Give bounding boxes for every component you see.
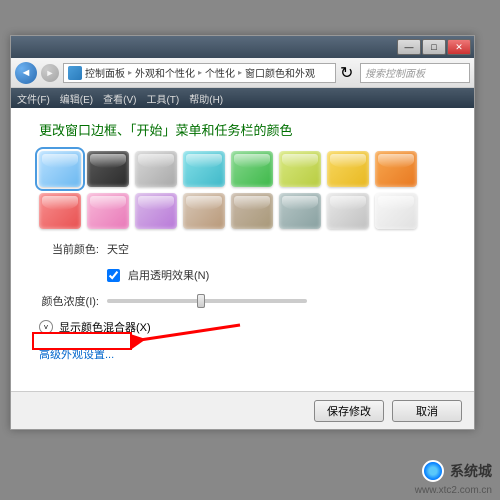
color-swatch-13[interactable] — [279, 193, 321, 229]
address-bar[interactable]: 控制面板 ▸ 外观和个性化 ▸ 个性化 ▸ 窗口颜色和外观 — [63, 63, 336, 83]
menu-tools[interactable]: 工具(T) — [146, 91, 179, 106]
intensity-label: 颜色浓度(I): — [39, 293, 99, 309]
search-input[interactable]: 搜索控制面板 — [360, 63, 470, 83]
color-swatch-4[interactable] — [231, 151, 273, 187]
title-bar: — □ ✕ — [11, 36, 474, 58]
save-button[interactable]: 保存修改 — [314, 400, 384, 422]
nav-bar: ◄ ► 控制面板 ▸ 外观和个性化 ▸ 个性化 ▸ 窗口颜色和外观 ↻ 搜索控制… — [11, 58, 474, 88]
maximize-button[interactable]: □ — [422, 39, 446, 55]
color-swatch-9[interactable] — [87, 193, 129, 229]
chevron-right-icon: ▸ — [198, 68, 202, 77]
cancel-button[interactable]: 取消 — [392, 400, 462, 422]
nav-back-button[interactable]: ◄ — [15, 62, 37, 84]
page-title: 更改窗口边框、「开始」菜单和任务栏的颜色 — [39, 120, 446, 139]
color-swatch-5[interactable] — [279, 151, 321, 187]
transparency-checkbox[interactable] — [107, 269, 120, 282]
color-swatch-0[interactable] — [39, 151, 81, 187]
color-swatch-12[interactable] — [231, 193, 273, 229]
dialog-footer: 保存修改 取消 — [11, 391, 474, 429]
crumb-1[interactable]: 外观和个性化 — [135, 65, 195, 80]
color-swatch-3[interactable] — [183, 151, 225, 187]
watermark-text: 系统城 — [450, 461, 492, 481]
mixer-label: 显示颜色混合器(X) — [59, 319, 151, 335]
color-swatch-11[interactable] — [183, 193, 225, 229]
color-swatch-10[interactable] — [135, 193, 177, 229]
color-swatch-7[interactable] — [375, 151, 417, 187]
current-color-label: 当前颜色: — [39, 241, 99, 257]
color-mixer-toggle[interactable]: ˅ 显示颜色混合器(X) — [39, 319, 446, 335]
close-button[interactable]: ✕ — [447, 39, 471, 55]
color-swatch-8[interactable] — [39, 193, 81, 229]
slider-thumb[interactable] — [197, 294, 205, 308]
watermark-icon — [422, 460, 444, 482]
menu-edit[interactable]: 编辑(E) — [60, 91, 93, 106]
refresh-icon[interactable]: ↻ — [340, 63, 356, 83]
color-swatch-14[interactable] — [327, 193, 369, 229]
content-area: 更改窗口边框、「开始」菜单和任务栏的颜色 当前颜色: 天空 启用透明效果(N) … — [11, 108, 474, 391]
chevron-down-icon: ˅ — [39, 320, 53, 334]
menu-file[interactable]: 文件(F) — [17, 91, 50, 106]
crumb-2[interactable]: 个性化 — [205, 65, 235, 80]
minimize-button[interactable]: — — [397, 39, 421, 55]
intensity-slider[interactable] — [107, 299, 307, 303]
window-frame: — □ ✕ ◄ ► 控制面板 ▸ 外观和个性化 ▸ 个性化 ▸ 窗口颜色和外观 … — [10, 35, 475, 430]
color-swatch-1[interactable] — [87, 151, 129, 187]
transparency-label: 启用透明效果(N) — [128, 267, 209, 283]
color-swatch-grid — [39, 151, 446, 229]
color-swatch-6[interactable] — [327, 151, 369, 187]
watermark-url: www.xtc2.com.cn — [415, 485, 492, 496]
nav-forward-button: ► — [41, 64, 59, 82]
chevron-right-icon: ▸ — [238, 68, 242, 77]
advanced-appearance-link[interactable]: 高级外观设置... — [39, 346, 114, 362]
crumb-3[interactable]: 窗口颜色和外观 — [245, 65, 315, 80]
crumb-0[interactable]: 控制面板 — [85, 65, 125, 80]
chevron-right-icon: ▸ — [128, 68, 132, 77]
control-panel-icon — [68, 66, 82, 80]
current-color-value: 天空 — [107, 241, 129, 257]
color-swatch-15[interactable] — [375, 193, 417, 229]
color-swatch-2[interactable] — [135, 151, 177, 187]
watermark: 系统城 — [422, 460, 492, 482]
menu-bar: 文件(F) 编辑(E) 查看(V) 工具(T) 帮助(H) — [11, 88, 474, 108]
menu-view[interactable]: 查看(V) — [103, 91, 136, 106]
menu-help[interactable]: 帮助(H) — [189, 91, 223, 106]
